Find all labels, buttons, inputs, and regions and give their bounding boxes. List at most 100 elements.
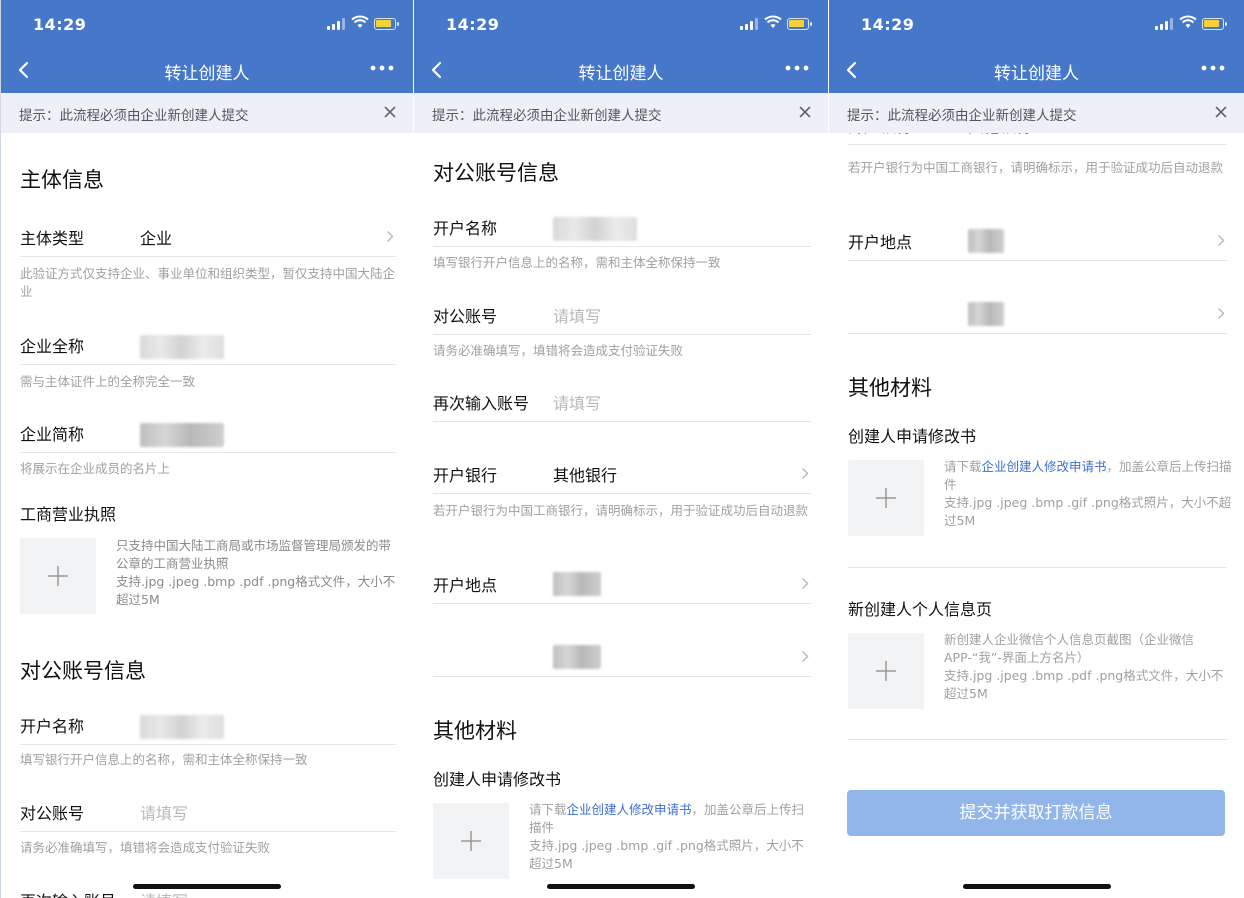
redacted-value: [553, 572, 601, 596]
status-time: 14:29: [446, 15, 500, 34]
nav-bar: 转让创建人: [414, 48, 828, 93]
plus-icon: [876, 488, 896, 508]
redacted-value: [968, 302, 1004, 326]
wifi-icon: [1179, 15, 1197, 28]
battery-icon: [1202, 18, 1227, 30]
bank-row[interactable]: 开户银行 其他银行: [848, 133, 1227, 145]
chevron-right-icon: [801, 650, 809, 663]
close-icon[interactable]: [798, 105, 812, 119]
location-sub-row[interactable]: [848, 292, 1227, 334]
profile-upload-button[interactable]: [848, 633, 924, 709]
status-bar: 14:29: [1, 0, 413, 48]
divider: [848, 739, 1227, 740]
account-name-hint: 填写银行开户信息上的名称，需和主体全称保持一致: [433, 255, 721, 270]
company-shortname-row[interactable]: 企业简称: [20, 411, 396, 453]
letter-title: 创建人申请修改书: [848, 427, 977, 446]
tip-text: 提示：此流程必须由企业新创建人提交: [847, 108, 1077, 124]
tip-text: 提示：此流程必须由企业新创建人提交: [432, 108, 662, 124]
account-number-input[interactable]: 请填写: [140, 800, 188, 824]
account-name-row[interactable]: 开户名称: [20, 703, 396, 745]
form-content: 开户银行 其他银行 若开户银行为中国工商银行，请明确标示，用于验证成功后自动退款…: [829, 133, 1244, 898]
submit-button[interactable]: 提交并获取打款信息: [847, 790, 1225, 836]
tip-banner: 提示：此流程必须由企业新创建人提交: [1, 93, 413, 133]
more-dots-icon[interactable]: [1200, 64, 1226, 72]
row-label: 开户地点: [433, 576, 498, 595]
profile-title: 新创建人个人信息页: [848, 600, 993, 619]
letter-upload-button[interactable]: [848, 460, 924, 536]
account-number-input[interactable]: 请填写: [553, 303, 601, 327]
signal-icon: [327, 18, 347, 30]
close-icon[interactable]: [1214, 105, 1228, 119]
tip-banner: 提示：此流程必须由企业新创建人提交: [829, 93, 1244, 133]
close-icon[interactable]: [383, 105, 397, 119]
nav-bar: 转让创建人: [829, 48, 1244, 93]
battery-icon: [787, 18, 812, 30]
bank-hint: 若开户银行为中国工商银行，请明确标示，用于验证成功后自动退款: [848, 160, 1224, 175]
license-upload-button[interactable]: [20, 538, 96, 614]
status-time: 14:29: [861, 15, 915, 34]
redacted-value: [140, 715, 224, 739]
section-title-materials: 其他材料: [848, 376, 932, 400]
license-title: 工商营业执照: [20, 505, 117, 524]
screen-3: 14:29 转让创建人 开户银行 其他银行 若开户银行为中国工商银行，请明确标示…: [829, 0, 1244, 898]
row-label: 开户名称: [433, 219, 498, 238]
license-desc: 只支持中国大陆工商局或市场监督管理局颁发的带公章的工商营业执照 支持.jpg .…: [116, 538, 396, 607]
account-number-row[interactable]: 对公账号 请填写: [433, 293, 811, 335]
chevron-right-icon: [1217, 307, 1225, 320]
row-label: 再次输入账号: [433, 394, 530, 413]
screen-1: 14:29 转让创建人 提示：此流程必须由企业新创建人提交 主体信息 主体类型 …: [0, 0, 413, 898]
location-sub-row[interactable]: [433, 635, 811, 677]
bank-hint: 若开户银行为中国工商银行，请明确标示，用于验证成功后自动退款: [433, 503, 809, 518]
company-shortname-hint: 将展示在企业成员的名片上: [20, 461, 171, 476]
more-dots-icon[interactable]: [784, 64, 810, 72]
account-number-hint: 请务必准确填写，填错将会造成支付验证失败: [433, 343, 684, 358]
account-confirm-input[interactable]: 请填写: [140, 888, 188, 898]
more-dots-icon[interactable]: [369, 64, 395, 72]
company-fullname-row[interactable]: 企业全称: [20, 323, 396, 365]
plus-icon: [876, 661, 896, 681]
bank-value: 其他银行: [968, 133, 1032, 137]
account-name-hint: 填写银行开户信息上的名称，需和主体全称保持一致: [20, 752, 308, 767]
row-label: 开户银行: [433, 466, 498, 485]
bank-row[interactable]: 开户银行 其他银行: [433, 452, 811, 494]
letter-download-link[interactable]: 企业创建人修改申请书: [982, 459, 1107, 474]
wifi-icon: [351, 15, 369, 28]
signal-icon: [1155, 18, 1175, 30]
status-bar: 14:29: [829, 0, 1244, 48]
page-title: 转让创建人: [164, 64, 250, 84]
location-row[interactable]: 开户地点: [848, 219, 1227, 261]
form-content: 主体信息 主体类型 企业 此验证方式仅支持企业、事业单位和组织类型，暂仅支持中国…: [1, 133, 413, 898]
account-confirm-input[interactable]: 请填写: [553, 390, 601, 414]
redacted-value: [140, 423, 224, 447]
status-bar: 14:29: [414, 0, 828, 48]
page-title: 转让创建人: [578, 64, 664, 84]
form-content: 对公账号信息 开户名称 填写银行开户信息上的名称，需和主体全称保持一致 对公账号…: [414, 133, 828, 898]
redacted-value: [968, 229, 1004, 253]
location-row[interactable]: 开户地点: [433, 562, 811, 604]
letter-download-link[interactable]: 企业创建人修改申请书: [567, 802, 692, 817]
chevron-right-icon: [386, 230, 394, 243]
row-label: 开户名称: [20, 717, 85, 736]
letter-desc: 请下载企业创建人修改申请书，加盖公章后上传扫描件 支持.jpg .jpeg .b…: [529, 802, 805, 871]
tip-text: 提示：此流程必须由企业新创建人提交: [19, 108, 249, 124]
account-name-row[interactable]: 开户名称: [433, 205, 811, 247]
letter-upload-button[interactable]: [433, 803, 509, 879]
section-title-subject: 主体信息: [20, 168, 104, 192]
signal-icon: [740, 18, 760, 30]
nav-bar: 转让创建人: [1, 48, 413, 93]
row-label: 对公账号: [20, 804, 85, 823]
row-label: 开户地点: [848, 233, 913, 252]
subject-type-row[interactable]: 主体类型 企业: [20, 215, 396, 257]
profile-desc: 新创建人企业微信个人信息页截图（企业微信APP-“我”-界面上方名片） 支持.j…: [944, 632, 1224, 701]
subject-type-value: 企业: [140, 229, 173, 248]
home-indicator: [133, 884, 281, 889]
row-label: 再次输入账号: [20, 888, 116, 898]
section-title-materials: 其他材料: [433, 719, 517, 743]
account-number-hint: 请务必准确填写，填错将会造成支付验证失败: [20, 840, 271, 855]
account-number-row[interactable]: 对公账号 请填写: [20, 790, 396, 832]
home-indicator: [962, 884, 1111, 889]
letter-desc: 请下载企业创建人修改申请书，加盖公章后上传扫描件 支持.jpg .jpeg .b…: [944, 459, 1232, 528]
row-label: 主体类型: [20, 229, 85, 248]
account-confirm-row[interactable]: 再次输入账号 请填写: [433, 380, 811, 422]
company-fullname-hint: 需与主体证件上的全称完全一致: [20, 374, 196, 389]
